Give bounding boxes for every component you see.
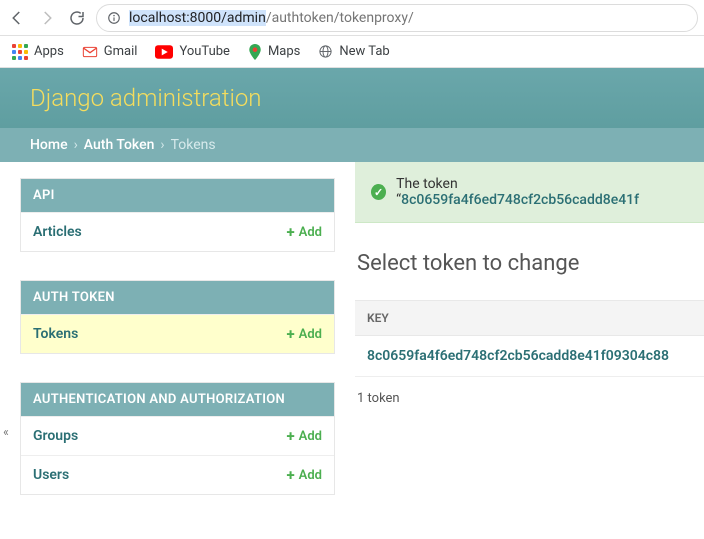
breadcrumb-current: Tokens — [171, 137, 216, 153]
model-link[interactable]: Articles — [33, 224, 82, 240]
plus-icon: + — [286, 325, 294, 343]
success-icon: ✓ — [371, 184, 386, 200]
gmail-icon — [82, 44, 98, 60]
forward-button[interactable] — [36, 7, 58, 29]
model-row-tokens: Tokens + Add — [21, 314, 334, 353]
results-table: KEY 8c0659fa4f6ed748cf2cb56cadd8e41f0930… — [355, 300, 704, 377]
module-title: AUTHENTICATION AND AUTHORIZATION — [21, 383, 334, 416]
apps-icon — [12, 44, 28, 60]
globe-icon — [318, 44, 333, 59]
model-row-users: Users + Add — [21, 455, 334, 494]
add-label: Add — [299, 327, 322, 342]
site-title: Django administration — [30, 84, 262, 112]
model-row-articles: Articles + Add — [21, 212, 334, 251]
breadcrumb-sep: › — [74, 137, 78, 153]
bookmark-apps[interactable]: Apps — [12, 44, 64, 60]
col-key-header[interactable]: KEY — [355, 301, 704, 336]
bookmark-label: New Tab — [339, 44, 389, 59]
add-link[interactable]: + Add — [286, 325, 322, 343]
model-row-groups: Groups + Add — [21, 416, 334, 455]
reload-button[interactable] — [66, 7, 88, 29]
info-icon — [107, 11, 121, 25]
module-api: API Articles + Add — [20, 178, 335, 252]
add-link[interactable]: + Add — [286, 466, 322, 484]
bookmark-youtube[interactable]: YouTube — [155, 44, 230, 59]
django-header: Django administration — [0, 68, 704, 128]
browser-toolbar: localhost:8000/admin/authtoken/tokenprox… — [0, 0, 704, 36]
bookmark-label: YouTube — [179, 44, 230, 59]
breadcrumb: Home › Auth Token › Tokens — [0, 128, 704, 162]
plus-icon: + — [286, 466, 294, 484]
bookmark-label: Apps — [34, 44, 64, 59]
add-label: Add — [299, 468, 322, 483]
module-title: AUTH TOKEN — [21, 281, 334, 314]
add-label: Add — [299, 225, 322, 240]
breadcrumb-sep: › — [160, 137, 164, 153]
url-host: localhost:8000/admin — [129, 10, 266, 26]
message-text: The token “8c0659fa4f6ed748cf2cb56cadd8e… — [396, 176, 688, 208]
back-button[interactable] — [6, 7, 28, 29]
add-link[interactable]: + Add — [286, 223, 322, 241]
success-message: ✓ The token “8c0659fa4f6ed748cf2cb56cadd… — [355, 162, 704, 223]
breadcrumb-section[interactable]: Auth Token — [84, 137, 155, 153]
module-auth: AUTHENTICATION AND AUTHORIZATION Groups … — [20, 382, 335, 495]
sidebar: API Articles + Add AUTH TOKEN Tokens + Add… — [0, 162, 335, 539]
table-row: 8c0659fa4f6ed748cf2cb56cadd8e41f09304c88 — [355, 336, 704, 377]
bookmarks-bar: Apps Gmail YouTube Maps New Tab — [0, 36, 704, 68]
bookmark-label: Gmail — [104, 44, 138, 59]
bookmark-gmail[interactable]: Gmail — [82, 44, 138, 60]
main-content: ✓ The token “8c0659fa4f6ed748cf2cb56cadd… — [335, 162, 704, 539]
model-link[interactable]: Groups — [33, 428, 78, 444]
address-bar[interactable]: localhost:8000/admin/authtoken/tokenprox… — [96, 4, 698, 32]
plus-icon: + — [286, 223, 294, 241]
maps-icon — [248, 44, 262, 60]
result-count: 1 token — [355, 377, 704, 420]
model-link[interactable]: Users — [33, 467, 69, 483]
url-text: localhost:8000/admin/authtoken/tokenprox… — [129, 10, 414, 26]
url-path: /authtoken/tokenproxy/ — [266, 10, 414, 26]
module-title: API — [21, 179, 334, 212]
sidebar-toggle[interactable]: « — [0, 420, 12, 444]
bookmark-maps[interactable]: Maps — [248, 44, 300, 60]
youtube-icon — [155, 45, 173, 59]
breadcrumb-home[interactable]: Home — [30, 137, 68, 153]
add-label: Add — [299, 429, 322, 444]
add-link[interactable]: + Add — [286, 427, 322, 445]
bookmark-newtab[interactable]: New Tab — [318, 44, 389, 59]
plus-icon: + — [286, 427, 294, 445]
bookmark-label: Maps — [268, 44, 300, 59]
token-link[interactable]: 8c0659fa4f6ed748cf2cb56cadd8e41f09304c88 — [367, 348, 669, 364]
model-link[interactable]: Tokens — [33, 326, 78, 342]
page-title: Select token to change — [357, 251, 704, 276]
module-auth-token: AUTH TOKEN Tokens + Add — [20, 280, 335, 354]
message-token-link[interactable]: 8c0659fa4f6ed748cf2cb56cadd8e41f — [401, 192, 639, 208]
